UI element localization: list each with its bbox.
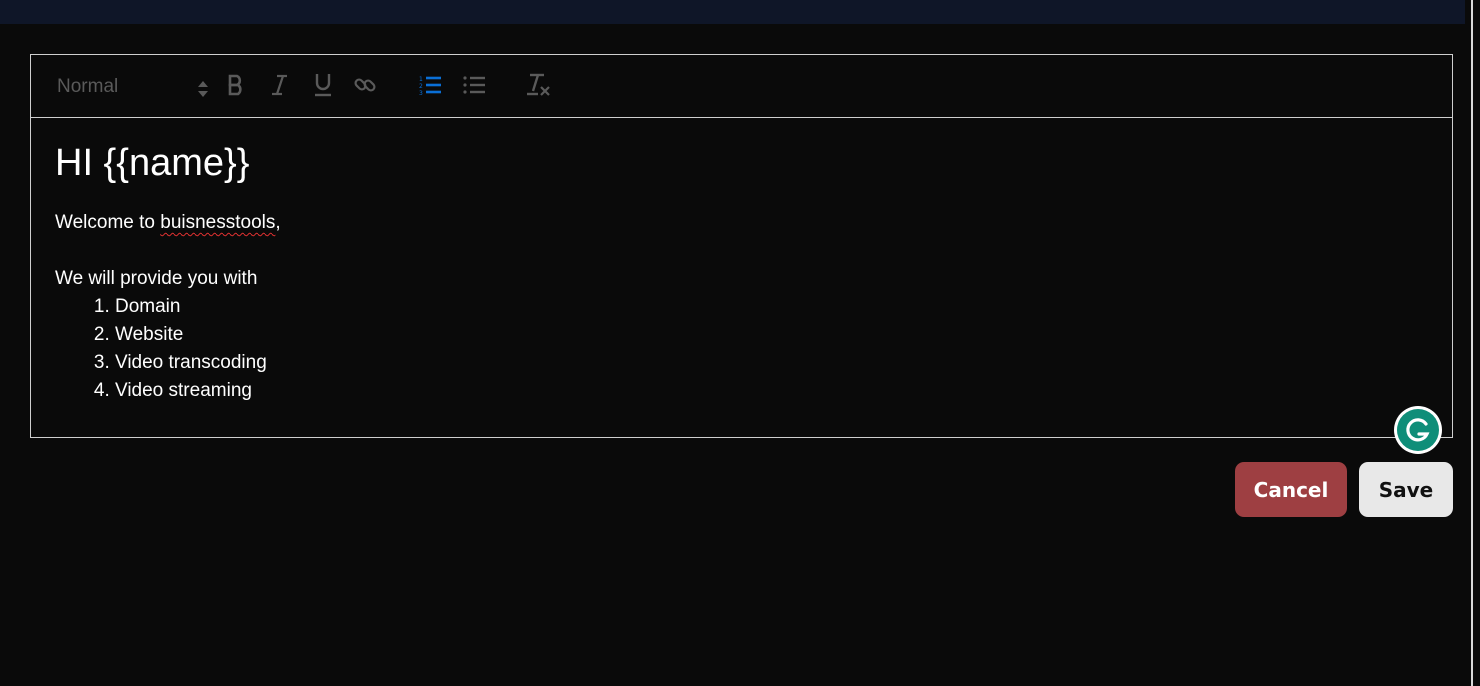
bullet-list-button[interactable] [460,73,488,101]
italic-button[interactable] [266,73,294,101]
bullet-list-icon [462,73,486,102]
welcome-suffix: , [275,212,281,233]
select-arrows-icon [197,79,209,107]
welcome-line: Welcome to buisnesstools, [55,209,281,237]
save-button[interactable]: Save [1359,462,1453,517]
list-item: Website [115,321,281,349]
ordered-list-icon: 1 2 3 [419,73,443,102]
editor-toolbar: Normal 1 2 3 [31,55,1452,118]
clear-format-button[interactable] [525,73,553,101]
svg-text:1: 1 [419,76,423,83]
intro-line: We will provide you with [55,268,258,289]
bold-icon [225,73,247,102]
cancel-button[interactable]: Cancel [1235,462,1347,517]
clear-format-icon [526,72,552,103]
top-bar [0,0,1465,24]
header-style-picker[interactable]: Normal [57,73,208,101]
list-item: Video transcoding [115,349,281,377]
italic-icon [269,73,291,102]
header-style-value: Normal [57,76,119,97]
scrollbar[interactable] [1471,0,1473,686]
rich-text-editor: Normal 1 2 3 HI {{name}} Welcome to buis… [30,54,1453,438]
welcome-prefix: Welcome to [55,212,161,233]
services-list: Domain Website Video transcoding Video s… [55,293,281,405]
grammarly-icon [1397,409,1439,451]
svg-text:2: 2 [419,83,423,90]
content-heading: HI {{name}} [55,142,250,184]
ordered-list-button[interactable]: 1 2 3 [417,73,445,101]
list-item: Video streaming [115,377,281,405]
underline-button[interactable] [309,73,337,101]
grammarly-button[interactable] [1394,406,1442,454]
list-item: Domain [115,293,281,321]
bold-button[interactable] [222,73,250,101]
misspelled-word: buisnesstools [160,212,276,233]
editor-content[interactable]: HI {{name}} Welcome to buisnesstools, We… [55,141,281,405]
underline-icon [312,72,334,103]
svg-text:3: 3 [419,90,423,97]
empty-line [55,237,281,265]
link-icon [353,73,377,102]
link-button[interactable] [351,73,379,101]
